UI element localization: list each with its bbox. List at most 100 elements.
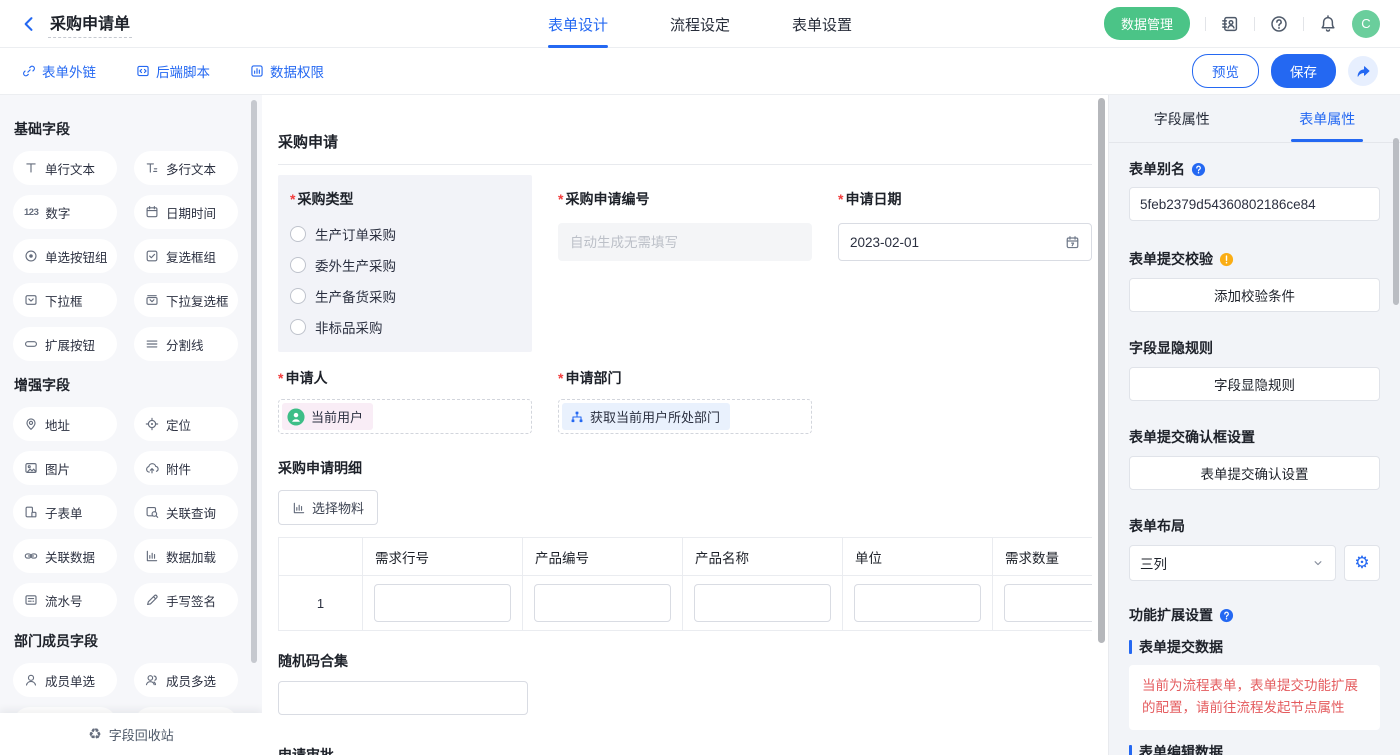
header-tab[interactable]: 流程设定 (670, 0, 730, 48)
radio-icon[interactable] (290, 226, 306, 242)
header-tab[interactable]: 表单设置 (792, 0, 852, 48)
sidebar-field-item[interactable]: 手写签名 (134, 583, 238, 617)
properties-tab[interactable]: 字段属性 (1109, 95, 1255, 142)
submit-confirm-label: 表单提交确认框设置 (1129, 427, 1380, 447)
apply-dept-label: 申请部门 (558, 368, 812, 388)
table-header-cell (279, 538, 363, 576)
add-validation-button[interactable]: 添加校验条件 (1129, 278, 1380, 312)
save-button[interactable]: 保存 (1271, 54, 1336, 88)
approval-section[interactable]: 申请审批 (278, 745, 1092, 755)
field-random-code[interactable]: 随机码合集 (278, 651, 1092, 715)
sidebar-field-item[interactable]: 分割线 (134, 327, 238, 361)
sidebar-field-item[interactable]: 子表单 (13, 495, 117, 529)
bell-icon[interactable] (1319, 15, 1337, 33)
toolbar-link[interactable]: 后端脚本 (136, 61, 210, 81)
back-icon[interactable] (20, 15, 38, 33)
layout-select[interactable]: 三列 (1129, 545, 1336, 581)
sidebar-field-item[interactable]: 关联数据 (13, 539, 117, 573)
header-actions: 数据管理 C (1104, 7, 1380, 40)
table-cell-input[interactable] (374, 584, 511, 622)
radio-option[interactable]: 非标品采购 (290, 318, 520, 336)
sidebar-field-item[interactable]: 数据加载 (134, 539, 238, 573)
sidebar-field-item[interactable]: 附件 (134, 451, 238, 485)
field-apply-date[interactable]: 申请日期 2023-02-01 (838, 175, 1092, 352)
sidebar-scrollbar[interactable] (251, 100, 257, 663)
field-applicant[interactable]: 申请人 当前用户 (278, 368, 532, 434)
apply-dept-box[interactable]: 获取当前用户所处部门 (558, 399, 812, 434)
radio-option[interactable]: 委外生产采购 (290, 256, 520, 274)
sidebar-field-item[interactable]: 扩展按钮 (13, 327, 117, 361)
layout-settings-button[interactable]: ⚙ (1344, 545, 1380, 581)
field-recycle-bin[interactable]: ♻ 字段回收站 (0, 713, 262, 755)
radio-option-label: 委外生产采购 (315, 255, 396, 275)
radio-icon[interactable] (290, 288, 306, 304)
radio-option[interactable]: 生产订单采购 (290, 225, 520, 243)
sidebar-field-item[interactable]: 123数字 (13, 195, 117, 229)
sidebar-field-item[interactable]: 地址 (13, 407, 117, 441)
apply-date-input[interactable]: 2023-02-01 (838, 223, 1092, 261)
submit-confirm-button[interactable]: 表单提交确认设置 (1129, 456, 1380, 490)
dept-chip[interactable]: 获取当前用户所处部门 (562, 403, 730, 430)
radio-icon[interactable] (290, 319, 306, 335)
toolbar-link[interactable]: 数据权限 (250, 61, 324, 81)
purchase-type-label: 采购类型 (290, 189, 520, 209)
sidebar-field-item[interactable]: 成员多选 (134, 663, 238, 697)
preview-button[interactable]: 预览 (1192, 54, 1259, 88)
current-user-chip-label: 当前用户 (311, 407, 363, 426)
visibility-rules-button[interactable]: 字段显隐规则 (1129, 367, 1380, 401)
sidebar-field-item[interactable]: 复选框组 (134, 239, 238, 273)
dept-chip-label: 获取当前用户所处部门 (590, 407, 720, 426)
sidebar-field-item[interactable]: 图片 (13, 451, 117, 485)
table-cell-input[interactable] (534, 584, 671, 622)
sidebar-field-label: 关联数据 (45, 547, 95, 566)
subform-icon (24, 505, 38, 519)
applicant-box[interactable]: 当前用户 (278, 399, 532, 434)
field-purchase-type[interactable]: 采购类型 生产订单采购委外生产采购生产备货采购非标品采购 (278, 175, 532, 352)
sidebar-field-item[interactable]: 单行文本 (13, 151, 117, 185)
lookup-icon (145, 505, 159, 519)
sidebar-field-item[interactable]: 多行文本 (134, 151, 238, 185)
page-title[interactable]: 采购申请单 (48, 10, 132, 38)
gear-icon: ⚙ (1354, 553, 1369, 573)
avatar[interactable]: C (1352, 10, 1380, 38)
random-code-input[interactable] (278, 681, 528, 715)
field-detail-subform[interactable]: 采购申请明细 选择物料 需求行号产品编号产品名称单位需求数量1 (278, 458, 1092, 631)
help-icon[interactable] (1270, 15, 1288, 33)
header-tabs: 表单设计 流程设定 表单设置 (548, 0, 852, 48)
select-material-button[interactable]: 选择物料 (278, 490, 378, 525)
field-purchase-no[interactable]: 采购申请编号 (558, 175, 812, 352)
radio-option[interactable]: 生产备货采购 (290, 287, 520, 305)
form-layout-label: 表单布局 (1129, 516, 1380, 536)
sidebar-field-label: 附件 (166, 459, 191, 478)
data-manage-button[interactable]: 数据管理 (1104, 7, 1190, 40)
panel-scrollbar[interactable] (1393, 138, 1399, 305)
current-user-chip[interactable]: 当前用户 (282, 403, 373, 430)
toolbar-link[interactable]: 表单外链 (22, 61, 96, 81)
sidebar-field-item[interactable]: 日期时间 (134, 195, 238, 229)
sidebar-field-item[interactable]: 定位 (134, 407, 238, 441)
contacts-icon[interactable] (1221, 15, 1239, 33)
field-apply-dept[interactable]: 申请部门 获取当前用户所处部门 (558, 368, 812, 434)
form-alias-input[interactable] (1129, 187, 1380, 221)
table-cell-input[interactable] (1004, 584, 1092, 622)
properties-tab[interactable]: 表单属性 (1255, 95, 1400, 142)
checkbox-icon (145, 249, 159, 263)
help-filled-icon[interactable] (1219, 608, 1234, 623)
sidebar-field-item[interactable]: 单选按钮组 (13, 239, 117, 273)
datetime-icon (145, 205, 159, 219)
table-cell-input[interactable] (854, 584, 981, 622)
warning-filled-icon[interactable] (1219, 252, 1234, 267)
help-filled-icon[interactable] (1191, 162, 1206, 177)
sidebar-field-item[interactable]: 关联查询 (134, 495, 238, 529)
canvas-scrollbar[interactable] (1098, 98, 1105, 643)
sidebar-field-item[interactable]: 下拉框 (13, 283, 117, 317)
sidebar-field-item[interactable]: 流水号 (13, 583, 117, 617)
header-tab[interactable]: 表单设计 (548, 0, 608, 48)
sidebar-field-label: 子表单 (45, 503, 83, 522)
sidebar-field-item[interactable]: 成员单选 (13, 663, 117, 697)
purchase-no-input[interactable] (558, 223, 812, 261)
radio-icon[interactable] (290, 257, 306, 273)
sidebar-field-item[interactable]: 下拉复选框 (134, 283, 238, 317)
share-button[interactable] (1348, 56, 1378, 86)
table-cell-input[interactable] (694, 584, 831, 622)
